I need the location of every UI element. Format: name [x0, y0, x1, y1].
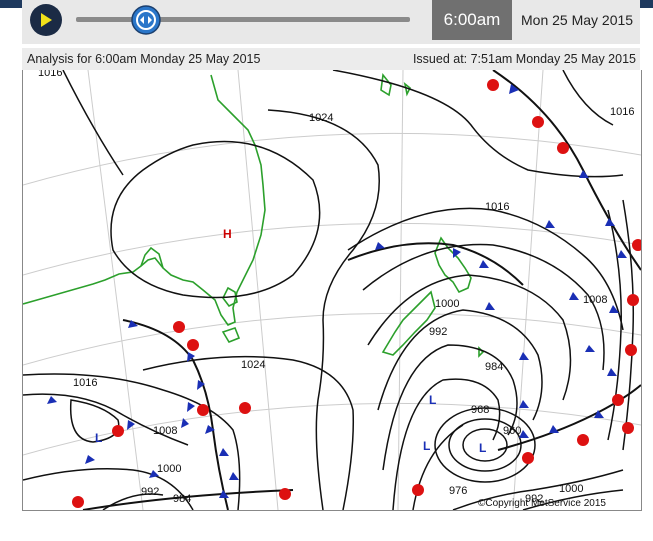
- pressure-label: 1008: [153, 425, 177, 437]
- low-marker: L: [423, 439, 430, 453]
- top-left-corner-strip: [0, 0, 22, 8]
- pressure-label: 960: [503, 425, 521, 437]
- play-icon: [41, 13, 52, 27]
- high-marker: H: [223, 227, 232, 241]
- analysis-label: Analysis for 6:00am Monday 25 May 2015: [27, 52, 261, 66]
- play-button[interactable]: [30, 4, 62, 36]
- current-date-display: Mon 25 May 2015: [521, 12, 634, 28]
- current-time-display: 6:00am: [432, 0, 512, 40]
- isobar-labels: 1016 1024 1016 1016 1008 1000 992 984 96…: [38, 70, 634, 505]
- pressure-label: 1016: [38, 70, 62, 79]
- pressure-label: 1024: [241, 359, 265, 371]
- pressure-label: 1016: [610, 106, 634, 118]
- pressure-label: 1024: [309, 112, 333, 124]
- pressure-label: 1000: [157, 463, 181, 475]
- pressure-label: 992: [429, 326, 447, 338]
- pressure-label: 1016: [73, 377, 97, 389]
- pressure-label: 984: [173, 493, 191, 505]
- top-right-corner-strip: [640, 0, 653, 8]
- pressure-label: 1000: [559, 483, 583, 495]
- low-marker: L: [95, 431, 102, 445]
- pressure-label: 1016: [485, 201, 509, 213]
- pressure-label: 1000: [435, 298, 459, 310]
- low-marker: L: [479, 441, 486, 455]
- pressure-label: 992: [141, 486, 159, 498]
- copyright-text: ©Copyright MetService 2015: [478, 498, 606, 509]
- graticule: [23, 70, 641, 510]
- weather-map: 1016 1024 1016 1016 1008 1000 992 984 96…: [22, 70, 642, 511]
- pressure-label: 976: [449, 485, 467, 497]
- pressure-label: 1008: [583, 294, 607, 306]
- low-marker: L: [429, 393, 436, 407]
- pressure-centres: H L L L L: [95, 227, 486, 455]
- pressure-label: 968: [471, 404, 489, 416]
- weather-map-canvas: 1016 1024 1016 1016 1008 1000 992 984 96…: [23, 70, 641, 510]
- time-slider-track[interactable]: [76, 17, 410, 22]
- time-slider-handle[interactable]: [131, 5, 161, 35]
- info-bar: Analysis for 6:00am Monday 25 May 2015 I…: [22, 48, 640, 70]
- pressure-label: 984: [485, 361, 503, 373]
- isobars: [23, 70, 635, 510]
- issued-label: Issued at: 7:51am Monday 25 May 2015: [412, 52, 636, 66]
- fronts: [47, 70, 641, 510]
